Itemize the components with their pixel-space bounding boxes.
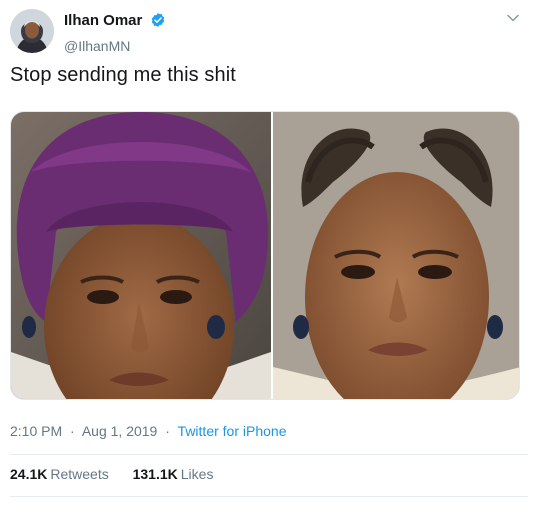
likes-stat[interactable]: 131.1K Likes bbox=[133, 466, 214, 482]
author-display-name[interactable]: Ilhan Omar bbox=[64, 12, 142, 29]
tweet-meta: 2:10 PM · Aug 1, 2019 · Twitter for iPho… bbox=[10, 423, 286, 439]
retweets-count: 24.1K bbox=[10, 466, 48, 482]
author-handle[interactable]: @IlhanMN bbox=[64, 38, 166, 54]
tweet-card: Ilhan Omar @IlhanMN Stop sending me this… bbox=[0, 0, 538, 505]
verified-badge-icon bbox=[150, 12, 166, 33]
retweets-label: Retweets bbox=[50, 466, 109, 482]
tweet-source-link[interactable]: Twitter for iPhone bbox=[178, 423, 287, 439]
media-photo-left[interactable] bbox=[11, 112, 271, 399]
author-names: Ilhan Omar @IlhanMN bbox=[64, 12, 166, 54]
meta-separator: · bbox=[165, 423, 170, 439]
tweet-text: Stop sending me this shit bbox=[10, 64, 236, 86]
divider bbox=[10, 496, 528, 497]
likes-count: 131.1K bbox=[132, 466, 178, 482]
media-photo-right[interactable] bbox=[273, 112, 519, 399]
likes-label: Likes bbox=[180, 466, 214, 482]
tweet-media[interactable] bbox=[10, 111, 520, 400]
avatar[interactable] bbox=[10, 9, 54, 53]
tweet-time[interactable]: 2:10 PM bbox=[10, 423, 62, 439]
tweet-stats: 24.1K Retweets 131.1K Likes bbox=[10, 466, 233, 482]
divider bbox=[10, 454, 528, 455]
retweets-stat[interactable]: 24.1K Retweets bbox=[10, 466, 109, 482]
meta-separator: · bbox=[70, 423, 75, 439]
tweet-date[interactable]: Aug 1, 2019 bbox=[82, 423, 158, 439]
chevron-down-icon[interactable] bbox=[506, 11, 520, 25]
